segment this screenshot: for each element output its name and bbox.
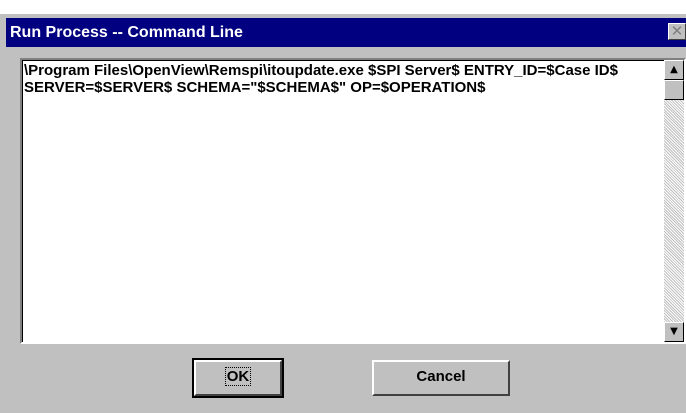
ok-button-label: OK <box>224 367 252 386</box>
ok-button[interactable]: OK <box>192 358 284 398</box>
textbox-inner-border <box>22 60 684 342</box>
dialog-title: Run Process -- Command Line <box>10 24 243 41</box>
scroll-down-icon[interactable]: ▼ <box>664 322 684 342</box>
vertical-scrollbar[interactable]: ▲ ▼ <box>664 60 684 342</box>
screen-top-strip <box>0 0 686 14</box>
command-line-value[interactable]: \Program Files\OpenView\Remspi\itoupdate… <box>24 62 654 96</box>
scroll-thumb[interactable] <box>664 80 684 100</box>
scroll-up-icon[interactable]: ▲ <box>664 60 684 80</box>
command-line-textbox[interactable]: \Program Files\OpenView\Remspi\itoupdate… <box>20 58 686 344</box>
title-bar[interactable]: Run Process -- Command Line ✕ <box>6 18 686 47</box>
run-process-dialog: Run Process -- Command Line ✕ \Program F… <box>0 14 686 413</box>
close-icon[interactable]: ✕ <box>668 23 686 40</box>
cancel-button[interactable]: Cancel <box>372 360 510 396</box>
